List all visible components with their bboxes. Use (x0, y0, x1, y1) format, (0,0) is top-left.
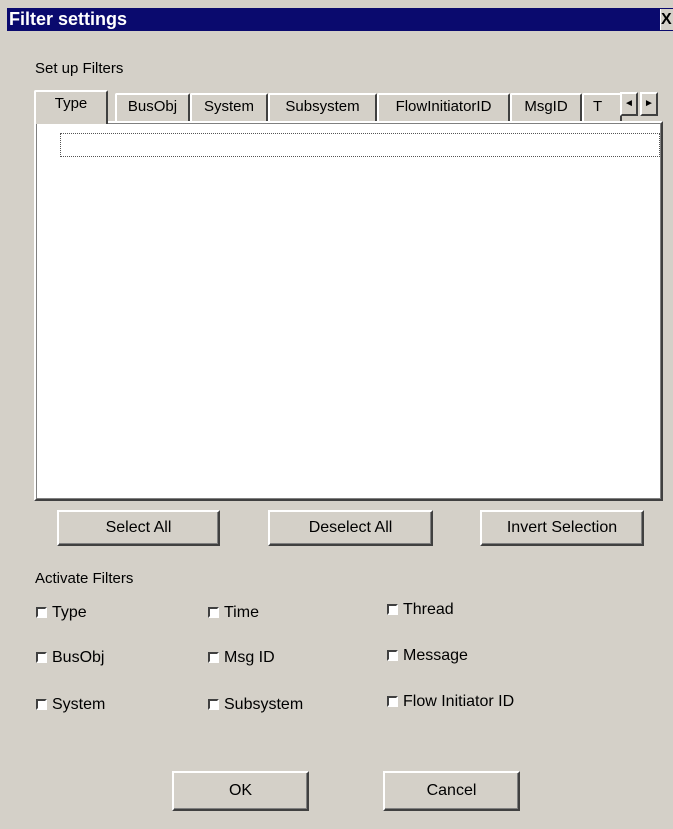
invert-selection-button[interactable]: Invert Selection (480, 510, 644, 546)
filter-checkbox-message[interactable]: Message (387, 646, 468, 666)
deselect-all-button[interactable]: Deselect All (268, 510, 433, 546)
select-all-button[interactable]: Select All (57, 510, 220, 546)
setup-filters-label: Set up Filters (35, 60, 124, 77)
filter-values-list[interactable] (40, 127, 660, 495)
window-title: Filter settings (9, 9, 128, 29)
tab-panel (34, 121, 663, 501)
filter-checkbox-time[interactable]: Time (208, 603, 259, 623)
checkbox-box[interactable] (387, 650, 398, 661)
checkbox-box[interactable] (36, 652, 47, 663)
tab-scroll-right-icon[interactable]: ► (640, 92, 658, 116)
tab-system[interactable]: System (190, 93, 268, 121)
title-bar: Filter settings X (7, 8, 673, 31)
filter-checkbox-flow-initiator-id[interactable]: Flow Initiator ID (387, 692, 514, 712)
checkbox-box[interactable] (208, 652, 219, 663)
tab-busobj[interactable]: BusObj (115, 93, 190, 121)
checkbox-box[interactable] (36, 699, 47, 710)
checkbox-box[interactable] (387, 604, 398, 615)
checkbox-box[interactable] (387, 696, 398, 707)
cancel-button[interactable]: Cancel (383, 771, 520, 811)
tab-time-partial[interactable]: T (582, 93, 622, 121)
checkbox-box[interactable] (36, 607, 47, 618)
checkbox-box[interactable] (208, 699, 219, 710)
filter-checkbox-system[interactable]: System (36, 695, 105, 715)
filter-checkbox-thread[interactable]: Thread (387, 600, 454, 620)
checkbox-box[interactable] (208, 607, 219, 618)
filter-checkbox-type[interactable]: Type (36, 603, 87, 623)
ok-button[interactable]: OK (172, 771, 309, 811)
filter-checkbox-subsystem[interactable]: Subsystem (208, 695, 303, 715)
filter-checkbox-busobj[interactable]: BusObj (36, 648, 104, 668)
activate-filters-label: Activate Filters (35, 570, 134, 587)
tab-scroll-left-icon[interactable]: ◄ (620, 92, 638, 116)
tab-msgid[interactable]: MsgID (510, 93, 582, 121)
tab-type[interactable]: Type (34, 90, 108, 124)
tab-subsystem[interactable]: Subsystem (268, 93, 377, 121)
filter-checkbox-msgid[interactable]: Msg ID (208, 648, 275, 668)
list-focus-row[interactable] (60, 133, 660, 157)
tab-flowinitiatorid[interactable]: FlowInitiatorID (377, 93, 510, 121)
close-button[interactable]: X (660, 9, 673, 30)
